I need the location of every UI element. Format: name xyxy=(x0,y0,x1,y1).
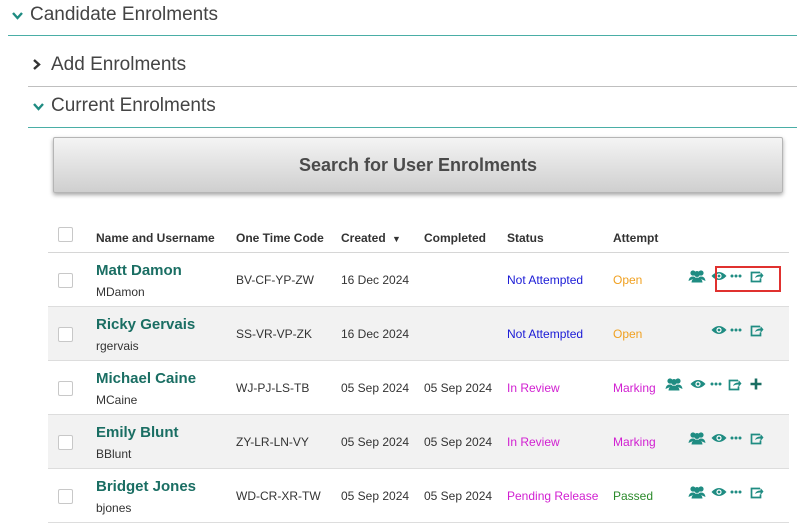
status-text: Not Attempted xyxy=(507,273,584,287)
export-icon[interactable] xyxy=(747,482,767,502)
divider xyxy=(28,127,797,128)
candidate-username: MDamon xyxy=(96,285,145,299)
select-all-checkbox[interactable] xyxy=(58,227,73,242)
export-icon[interactable] xyxy=(747,428,767,448)
one-time-code: ZY-LR-LN-VY xyxy=(236,435,309,449)
group-icon[interactable] xyxy=(664,374,684,394)
section-title: Current Enrolments xyxy=(51,95,216,116)
divider xyxy=(28,86,797,87)
candidate-name-link[interactable]: Emily Blunt xyxy=(96,424,179,441)
candidate-name-link[interactable]: Michael Caine xyxy=(96,370,196,387)
more-icon[interactable] xyxy=(726,482,746,502)
chevron-right-icon xyxy=(33,57,47,73)
candidate-username: BBlunt xyxy=(96,447,132,461)
attempt-text: Passed xyxy=(613,489,654,503)
candidate-username: MCaine xyxy=(96,393,138,407)
column-header-created[interactable]: Created ▼ xyxy=(341,231,401,245)
column-header-name[interactable]: Name and Username xyxy=(96,231,215,245)
created-date: 05 Sep 2024 xyxy=(341,381,410,395)
candidate-username: rgervais xyxy=(96,339,139,353)
row-checkbox[interactable] xyxy=(58,327,73,342)
one-time-code: WJ-PJ-LS-TB xyxy=(236,381,310,395)
section-current-enrolments[interactable]: Current Enrolments xyxy=(33,95,216,117)
one-time-code: SS-VR-VP-ZK xyxy=(236,327,313,341)
attempt-text: Marking xyxy=(613,435,656,449)
section-title: Add Enrolments xyxy=(51,54,187,75)
column-header-attempt[interactable]: Attempt xyxy=(613,231,658,245)
section-title: Candidate Enrolments xyxy=(30,4,218,25)
section-add-enrolments[interactable]: Add Enrolments xyxy=(33,54,186,76)
plus-icon[interactable] xyxy=(746,374,766,394)
view-icon[interactable] xyxy=(688,374,708,394)
created-date: 16 Dec 2024 xyxy=(341,327,410,341)
one-time-code: WD-CR-XR-TW xyxy=(236,489,321,503)
row-checkbox[interactable] xyxy=(58,381,73,396)
export-icon[interactable] xyxy=(725,374,745,394)
column-header-label: Created xyxy=(341,231,386,245)
table-row: Emily Blunt BBlunt ZY-LR-LN-VY 05 Sep 2024 0… xyxy=(48,415,789,469)
divider xyxy=(8,35,797,36)
row-checkbox[interactable] xyxy=(58,273,73,288)
attempt-text: Open xyxy=(613,327,643,341)
created-date: 05 Sep 2024 xyxy=(341,435,410,449)
more-icon[interactable] xyxy=(726,320,746,340)
one-time-code: BV-CF-YP-ZW xyxy=(236,273,314,287)
group-icon[interactable] xyxy=(687,428,707,448)
completed-date: 05 Sep 2024 xyxy=(424,381,493,395)
candidate-name-link[interactable]: Matt Damon xyxy=(96,262,182,279)
candidate-name-link[interactable]: Ricky Gervais xyxy=(96,316,195,333)
status-text: In Review xyxy=(507,435,560,449)
highlight-annotation xyxy=(715,266,781,292)
chevron-down-icon xyxy=(33,98,47,114)
column-header-completed[interactable]: Completed xyxy=(424,231,486,245)
export-icon[interactable] xyxy=(747,320,767,340)
attempt-text: Marking xyxy=(613,381,656,395)
status-text: Not Attempted xyxy=(507,327,584,341)
attempt-text: Open xyxy=(613,273,643,287)
table-row: Bridget Jones bjones WD-CR-XR-TW 05 Sep 202… xyxy=(48,469,789,523)
status-text: In Review xyxy=(507,381,560,395)
table-row: Michael Caine MCaine WJ-PJ-LS-TB 05 Sep 202… xyxy=(48,361,789,415)
row-checkbox[interactable] xyxy=(58,489,73,504)
row-checkbox[interactable] xyxy=(58,435,73,450)
candidate-name-link[interactable]: Bridget Jones xyxy=(96,478,196,495)
chevron-down-icon xyxy=(12,7,26,23)
more-icon[interactable] xyxy=(726,428,746,448)
search-user-enrolments-button[interactable]: Search for User Enrolments xyxy=(53,137,783,193)
table-row: Ricky Gervais rgervais SS-VR-VP-ZK 16 Dec 2… xyxy=(48,307,789,361)
group-icon[interactable] xyxy=(687,482,707,502)
more-icon[interactable] xyxy=(706,374,726,394)
section-candidate-enrolments[interactable]: Candidate Enrolments xyxy=(12,4,218,26)
sort-descending-icon: ▼ xyxy=(392,234,401,244)
column-header-code[interactable]: One Time Code xyxy=(236,231,324,245)
completed-date: 05 Sep 2024 xyxy=(424,435,493,449)
created-date: 16 Dec 2024 xyxy=(341,273,410,287)
table-row: Matt Damon MDamon BV-CF-YP-ZW 16 Dec 2024 No… xyxy=(48,253,789,307)
created-date: 05 Sep 2024 xyxy=(341,489,410,503)
group-icon[interactable] xyxy=(687,266,707,286)
status-text: Pending Release xyxy=(507,489,599,503)
candidate-username: bjones xyxy=(96,501,132,515)
completed-date: 05 Sep 2024 xyxy=(424,489,493,503)
column-header-status[interactable]: Status xyxy=(507,231,544,245)
